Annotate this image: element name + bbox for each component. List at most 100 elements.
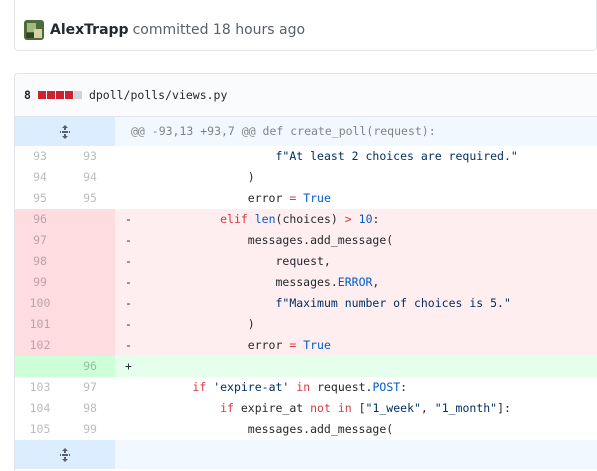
new-line-number[interactable]	[65, 335, 115, 356]
new-line-number[interactable]	[65, 209, 115, 230]
old-line-number[interactable]: 103	[15, 377, 65, 398]
code-token: messages.	[137, 275, 338, 289]
new-line-number[interactable]: 93	[65, 146, 115, 167]
commit-row: AlexTrapp committed 18 hours ago	[24, 20, 305, 40]
code-token: error	[137, 338, 290, 352]
hunk-header-text: @@ -93,13 +93,7 @@ def create_poll(reque…	[115, 117, 597, 146]
code-token: ,	[420, 401, 435, 415]
old-line-number[interactable]: 94	[15, 167, 65, 188]
new-line-number[interactable]	[65, 314, 115, 335]
code-token: request,	[137, 254, 331, 268]
old-line-number[interactable]: 98	[15, 251, 65, 272]
old-line-number[interactable]: 100	[15, 293, 65, 314]
code-token: elif	[220, 212, 248, 226]
file-path[interactable]: dpoll/polls/views.py	[89, 88, 227, 102]
deleted-line: 97 - messages.add_message(	[15, 230, 597, 251]
new-line-number[interactable]	[65, 293, 115, 314]
old-line-number[interactable]: 102	[15, 335, 65, 356]
code-token: True	[303, 191, 331, 205]
hunk-footer	[15, 440, 597, 469]
diffstat-neutral-square	[73, 91, 82, 99]
old-line-number[interactable]: 105	[15, 419, 65, 440]
code-token: ]:	[497, 401, 511, 415]
old-line-number[interactable]: 96	[15, 209, 65, 230]
code-token: if	[220, 401, 234, 415]
code-token: POST	[372, 380, 401, 394]
code-token: :	[400, 380, 408, 394]
expand-down-button[interactable]	[15, 440, 115, 469]
code-token: "1_week"	[365, 401, 421, 415]
unfold-icon	[57, 447, 73, 463]
unfold-icon	[57, 124, 73, 140]
new-line-number[interactable]	[65, 230, 115, 251]
added-line: 96 +	[15, 356, 597, 377]
diff-marker	[115, 167, 135, 188]
new-line-number[interactable]: 96	[65, 356, 115, 377]
expand-up-button[interactable]	[15, 117, 115, 146]
code-token: True	[303, 338, 331, 352]
new-line-number[interactable]: 99	[65, 419, 115, 440]
old-line-number[interactable]: 93	[15, 146, 65, 167]
code-token: error	[137, 191, 290, 205]
code-token: expire_at	[233, 401, 311, 415]
old-line-number[interactable]	[15, 356, 65, 377]
code-content: messages.ERROR,	[135, 272, 597, 293]
change-count: 8	[24, 88, 31, 102]
diffstat-deletion-square	[46, 91, 55, 99]
new-line-number[interactable]: 95	[65, 188, 115, 209]
commit-author[interactable]: AlexTrapp	[50, 22, 129, 38]
deleted-line: 100 - f"Maximum number of choices is 5."	[15, 293, 597, 314]
new-line-number[interactable]	[65, 251, 115, 272]
avatar[interactable]	[24, 20, 44, 40]
context-line: 105 99 messages.add_message(	[15, 419, 597, 440]
new-line-number[interactable]: 97	[65, 377, 115, 398]
commit-info: AlexTrapp committed 18 hours ago	[14, 0, 597, 51]
old-line-number[interactable]: 104	[15, 398, 65, 419]
diff-marker: -	[115, 272, 135, 293]
code-token: )	[137, 317, 255, 331]
hunk-header: @@ -93,13 +93,7 @@ def create_poll(reque…	[15, 117, 597, 146]
file-diff: 8 dpoll/polls/views.py @@ -93,13 +93,7 @…	[14, 73, 597, 471]
old-line-number[interactable]: 97	[15, 230, 65, 251]
context-line: 104 98 if expire_at not in ["1_week", "1_…	[15, 398, 597, 419]
code-token: in	[296, 380, 311, 394]
code-token: ERROR	[337, 275, 373, 289]
context-line: 94 94 )	[15, 167, 597, 188]
code-token: [	[351, 401, 366, 415]
code-token: :	[372, 212, 380, 226]
deleted-line: 102 - error = True	[15, 335, 597, 356]
new-line-number[interactable]: 94	[65, 167, 115, 188]
code-content: messages.add_message(	[135, 230, 597, 251]
diff-marker: -	[115, 314, 135, 335]
code-token: 'expire-at'	[213, 380, 290, 394]
diffstat-deletion-square	[55, 91, 64, 99]
code-token: not in	[310, 401, 352, 415]
context-line: 95 95 error = True	[15, 188, 597, 209]
old-line-number[interactable]: 101	[15, 314, 65, 335]
code-token: >	[344, 212, 352, 226]
code-token: (choices)	[275, 212, 345, 226]
code-token: messages.add_message(	[137, 233, 394, 247]
diffstat-deletion-square	[64, 91, 73, 99]
code-content: error = True	[135, 188, 597, 209]
code-content: if expire_at not in ["1_week", "1_month"…	[135, 398, 597, 419]
old-line-number[interactable]: 99	[15, 272, 65, 293]
commit-time: committed 18 hours ago	[132, 22, 306, 38]
diff-marker: -	[115, 293, 135, 314]
code-content	[135, 356, 597, 377]
new-line-number[interactable]: 98	[65, 398, 115, 419]
code-content: request,	[135, 251, 597, 272]
diff-marker: -	[115, 251, 135, 272]
diff-marker: -	[115, 230, 135, 251]
diff-marker: -	[115, 335, 135, 356]
new-line-number[interactable]	[65, 272, 115, 293]
code-content: elif len(choices) > 10:	[135, 209, 597, 230]
old-line-number[interactable]: 95	[15, 188, 65, 209]
code-token: request.	[310, 380, 373, 394]
diff-marker	[115, 146, 135, 167]
